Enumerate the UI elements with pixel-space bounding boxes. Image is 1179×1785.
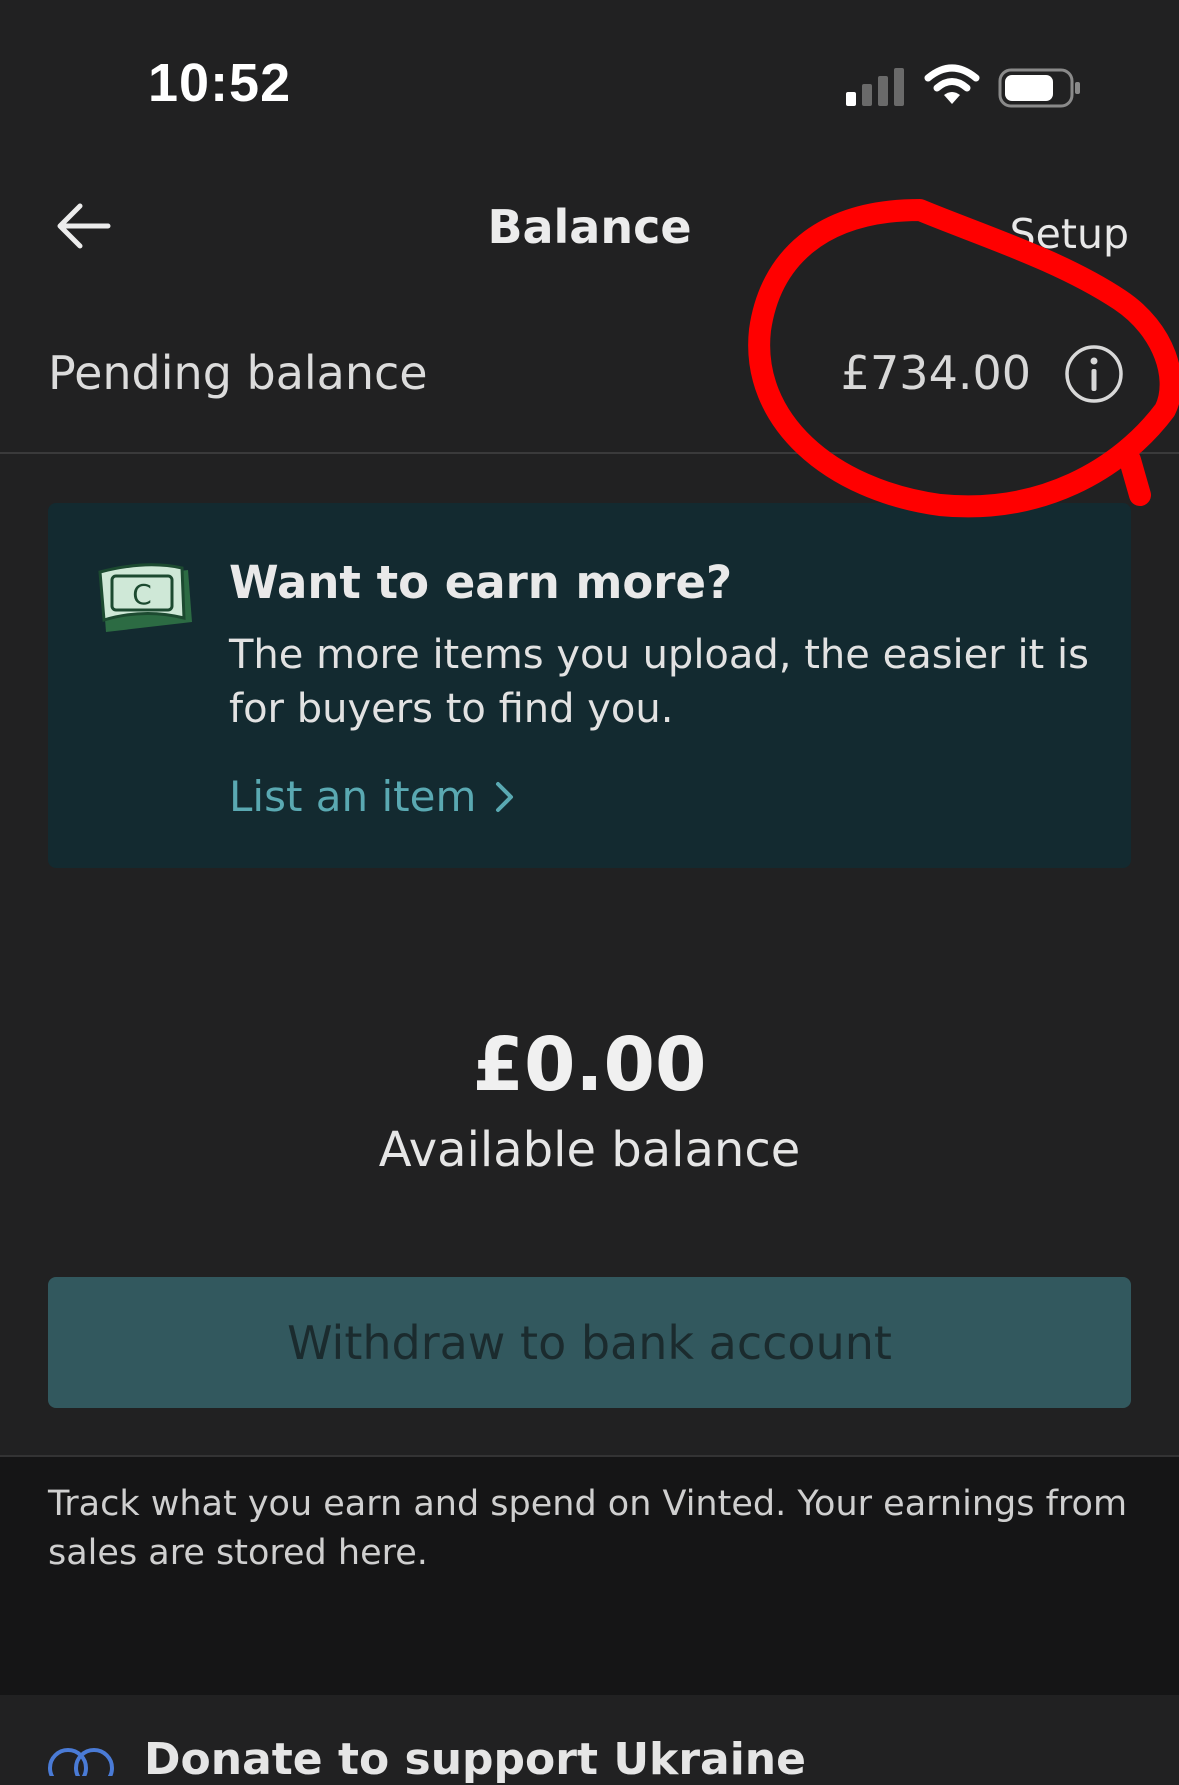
divider <box>0 1455 1179 1457</box>
hearts-icon <box>48 1748 114 1776</box>
chevron-right-icon <box>496 781 514 812</box>
available-balance-amount: £0.00 <box>472 1022 707 1108</box>
list-item-link-label: List an item <box>229 772 477 821</box>
battery-icon <box>998 68 1080 108</box>
cellular-signal-icon <box>846 68 904 106</box>
promo-body: The more items you upload, the easier it… <box>229 632 1089 732</box>
bill-letter: C <box>132 578 152 611</box>
wifi-icon <box>924 64 980 104</box>
money-bill-icon: C <box>98 563 192 632</box>
status-time: 10:52 <box>148 53 292 113</box>
info-icon[interactable] <box>1064 344 1124 404</box>
list-item-link[interactable]: List an item <box>229 772 516 821</box>
setup-button[interactable]: Setup <box>1010 210 1129 258</box>
divider <box>0 452 1179 454</box>
page-title: Balance <box>487 200 692 254</box>
pending-balance-label: Pending balance <box>48 346 428 400</box>
donate-label: Donate to support Ukraine <box>144 1734 806 1785</box>
promo-title: Want to earn more? <box>229 556 733 609</box>
withdraw-button[interactable]: Withdraw to bank account <box>48 1277 1131 1408</box>
info-text: Track what you earn and spend on Vinted.… <box>48 1484 1128 1573</box>
pending-balance-amount: £734.00 <box>840 346 1031 400</box>
available-balance-label: Available balance <box>378 1122 801 1178</box>
